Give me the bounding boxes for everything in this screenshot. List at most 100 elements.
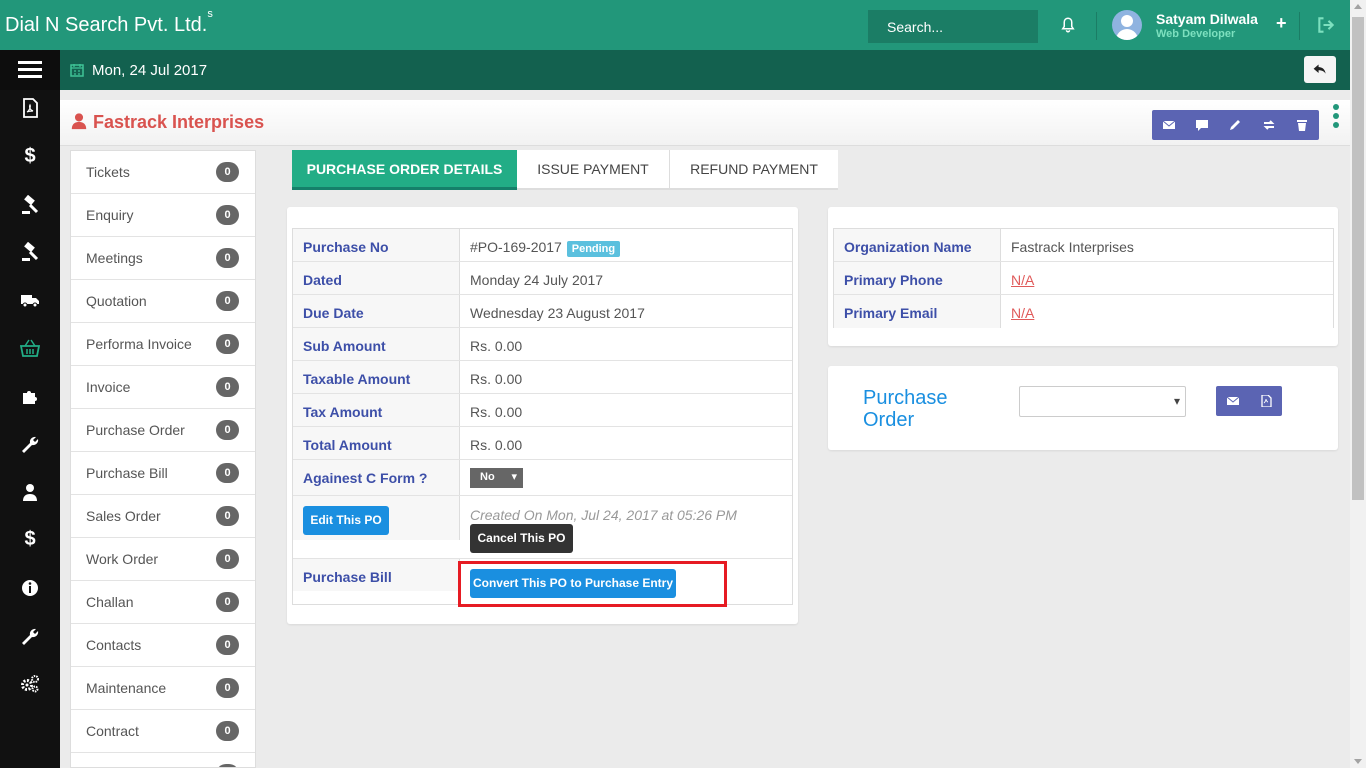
list-item[interactable]: Purchase Bill 0 — [71, 452, 255, 495]
list-item[interactable]: Contract 0 — [71, 710, 255, 753]
list-item-label: Maintenance — [86, 680, 167, 696]
list-item-label: Quotation — [86, 293, 147, 309]
list-item-label: Contacts — [86, 637, 142, 653]
list-item-label: Performa Invoice — [86, 336, 192, 352]
list-item[interactable]: Sales Order 0 — [71, 495, 255, 538]
count-badge: 0 — [216, 291, 239, 311]
list-item[interactable]: Maintenance 0 — [71, 667, 255, 710]
count-badge: 0 — [216, 506, 239, 526]
edit-button[interactable] — [1219, 110, 1252, 140]
info-icon[interactable] — [0, 566, 60, 610]
table-row: Sub Amount Rs. 0.00 — [293, 328, 792, 361]
row-value: Wednesday 23 August 2017 — [470, 305, 645, 321]
list-item[interactable]: Work Order 0 — [71, 538, 255, 581]
table-row: Total Amount Rs. 0.00 — [293, 427, 792, 460]
c-form-select[interactable]: No — [470, 468, 523, 488]
status-badge: Pending — [566, 241, 621, 257]
icon-sidebar: $ $ — [0, 90, 60, 768]
list-item-label: Contract — [86, 723, 139, 739]
list-item[interactable] — [71, 753, 255, 767]
panel-action-group — [1216, 386, 1282, 416]
row-value: Rs. 0.00 — [470, 437, 523, 453]
search-input[interactable]: Search... — [868, 10, 1038, 43]
user-icon[interactable] — [0, 470, 60, 514]
list-item[interactable]: Challan 0 — [71, 581, 255, 624]
row-label: Againest C Form ? — [293, 460, 460, 495]
dollar-icon[interactable]: $ — [0, 134, 60, 178]
top-bar: Dial N Search Pvt. Ltd.s Search... Satya… — [0, 0, 1350, 50]
convert-button[interactable] — [1252, 110, 1285, 140]
comment-button[interactable] — [1185, 110, 1218, 140]
list-item-label: Meetings — [86, 250, 143, 266]
email-button[interactable] — [1216, 386, 1249, 416]
row-value: Rs. 0.00 — [470, 338, 523, 354]
list-item[interactable]: Performa Invoice 0 — [71, 323, 255, 366]
count-badge: 0 — [216, 463, 239, 483]
row-label: Dated — [293, 262, 460, 294]
list-item[interactable]: Purchase Order 0 — [71, 409, 255, 452]
pdf-icon[interactable] — [0, 86, 60, 130]
template-select[interactable] — [1019, 386, 1186, 417]
primary-email-link[interactable]: N/A — [1001, 295, 1333, 328]
list-item[interactable]: Meetings 0 — [71, 237, 255, 280]
pdf-button[interactable] — [1249, 386, 1282, 416]
count-badge: 0 — [216, 721, 239, 741]
tab-purchase-order-details[interactable]: PURCHASE ORDER DETAILS — [292, 150, 517, 190]
bell-icon[interactable] — [1059, 16, 1077, 34]
more-options-icon[interactable] — [1332, 104, 1340, 130]
logout-icon[interactable] — [1316, 15, 1336, 35]
action-button-group — [1152, 110, 1319, 140]
back-button[interactable] — [1304, 56, 1336, 83]
row-label: Tax Amount — [293, 394, 460, 426]
wrench-icon[interactable] — [0, 423, 60, 467]
scroll-up-icon[interactable] — [1354, 4, 1362, 9]
hamburger-icon[interactable] — [0, 50, 60, 90]
basket-icon[interactable] — [0, 326, 60, 370]
list-item-label: Sales Order — [86, 508, 161, 524]
scrollbar-thumb[interactable] — [1352, 17, 1364, 500]
list-item[interactable]: Contacts 0 — [71, 624, 255, 667]
user-name[interactable]: Satyam Dilwala — [1156, 11, 1258, 27]
list-item[interactable]: Tickets 0 — [71, 151, 255, 194]
row-label: Primary Phone — [834, 262, 1001, 294]
reply-icon — [1313, 64, 1326, 74]
count-badge: 0 — [216, 592, 239, 612]
delete-button[interactable] — [1286, 110, 1319, 140]
list-item[interactable]: Invoice 0 — [71, 366, 255, 409]
list-item[interactable]: Enquiry 0 — [71, 194, 255, 237]
gears-icon[interactable] — [0, 662, 60, 706]
dollar-icon[interactable]: $ — [0, 517, 60, 561]
avatar[interactable] — [1112, 10, 1142, 40]
row-label: Purchase Bill — [293, 559, 460, 591]
page-scrollbar[interactable] — [1350, 0, 1366, 768]
plus-icon[interactable]: + — [1276, 13, 1287, 34]
cancel-po-button[interactable]: Cancel This PO — [470, 524, 573, 553]
brand-name[interactable]: Dial N Search Pvt. Ltd.s — [5, 8, 213, 37]
count-badge: 0 — [216, 549, 239, 569]
purchase-number: #PO-169-2017 — [470, 239, 562, 255]
gavel-icon[interactable] — [0, 230, 60, 274]
tab-refund-payment[interactable]: REFUND PAYMENT — [670, 150, 838, 190]
primary-phone-link[interactable]: N/A — [1001, 262, 1333, 294]
highlight-box — [458, 561, 727, 607]
puzzle-icon[interactable] — [0, 374, 60, 418]
truck-icon[interactable] — [0, 278, 60, 322]
panel-title: Purchase Order — [863, 387, 948, 431]
row-label: Organization Name — [834, 229, 1001, 261]
list-item[interactable]: Quotation 0 — [71, 280, 255, 323]
row-label: Primary Email — [834, 295, 1001, 328]
scroll-down-icon[interactable] — [1354, 759, 1362, 764]
gavel-icon[interactable] — [0, 183, 60, 227]
comment-icon — [1196, 120, 1209, 131]
pencil-icon — [1230, 120, 1241, 130]
table-row: Taxable Amount Rs. 0.00 — [293, 361, 792, 394]
divider — [1299, 12, 1300, 40]
organization-name: Fastrack Interprises — [1011, 239, 1134, 255]
email-button[interactable] — [1152, 110, 1185, 140]
row-value: Monday 24 July 2017 — [470, 272, 604, 288]
edit-po-button[interactable]: Edit This PO — [303, 506, 389, 535]
wrench-icon[interactable] — [0, 615, 60, 659]
count-badge: 0 — [216, 420, 239, 440]
tab-issue-payment[interactable]: ISSUE PAYMENT — [517, 150, 670, 190]
count-badge: 0 — [216, 162, 239, 182]
